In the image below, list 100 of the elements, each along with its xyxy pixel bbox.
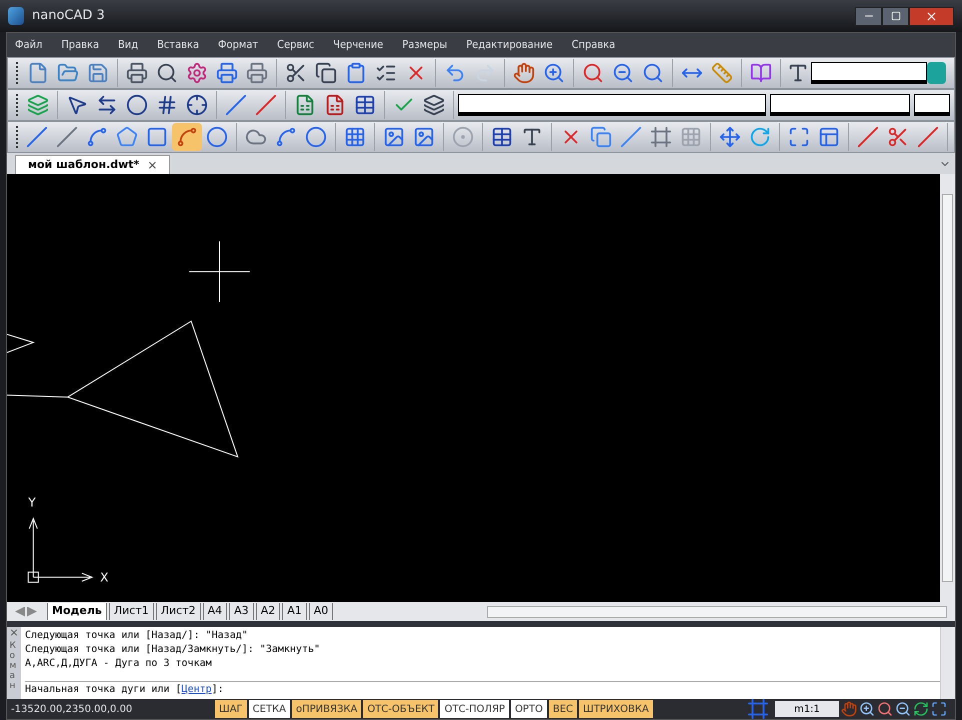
scroll-left-icon[interactable] — [15, 606, 25, 616]
menu-item[interactable]: Справка — [572, 36, 616, 54]
menu-item[interactable]: Размеры — [402, 36, 448, 54]
input-field[interactable] — [810, 62, 927, 84]
menu-item[interactable]: Вид — [118, 36, 138, 54]
rotate-icon — [749, 126, 771, 148]
construction-line-icon — [56, 126, 78, 148]
command-prompt: Начальная точка дуги или [Центр]: — [25, 684, 224, 695]
layout-tab[interactable]: Лист2 — [156, 603, 201, 620]
window-title: nanoCAD 3 — [32, 7, 105, 26]
pan-icon — [512, 62, 535, 84]
maximize-button[interactable] — [882, 6, 909, 26]
ucs-axis-icon — [28, 517, 94, 583]
app-logo-icon — [8, 7, 24, 25]
menu-item[interactable]: Сервис — [277, 36, 314, 54]
input-field[interactable] — [458, 94, 766, 116]
spline-icon — [275, 126, 297, 148]
tab-label: мой шаблон.dwt* — [28, 156, 140, 173]
partial-shape — [7, 334, 35, 354]
command-scrollbar[interactable] — [940, 627, 955, 699]
toolbar-grip[interactable] — [16, 94, 19, 116]
status-toggle[interactable]: ОТС-ПОЛЯР — [440, 700, 509, 718]
ruler-icon — [710, 62, 733, 84]
vertical-scrollbar[interactable] — [940, 174, 955, 602]
input-field[interactable] — [770, 94, 910, 116]
menu-item[interactable]: Файл — [15, 36, 42, 54]
app-badge-icon — [926, 62, 946, 84]
polyline-icon — [86, 126, 108, 148]
status-toggle[interactable]: оПРИВЯЗКА — [292, 700, 362, 718]
layer-stack-icon — [422, 94, 445, 116]
zoom-previous-icon — [612, 62, 634, 84]
command-history-line: Следующая точка или [Назад/]: "Назад" — [25, 629, 249, 643]
layout-tab[interactable]: A3 — [229, 603, 254, 620]
status-toggle[interactable]: ОРТО — [510, 700, 547, 718]
text-icon — [521, 126, 543, 148]
layout-tab[interactable]: Модель — [47, 603, 107, 620]
batch-print-icon — [246, 62, 268, 84]
horizontal-scroll-track[interactable] — [487, 606, 947, 618]
arc-icon — [176, 126, 198, 148]
undo-icon — [444, 62, 466, 84]
layout-tab[interactable]: A2 — [256, 603, 280, 620]
array-icon — [680, 126, 702, 148]
menu-item[interactable]: Редактирование — [466, 36, 553, 54]
menu-item[interactable]: Вставка — [157, 36, 200, 54]
cut-icon — [284, 62, 307, 84]
x-axis-label: X — [100, 570, 108, 584]
table-editor-icon — [354, 94, 376, 116]
rectangle-icon — [146, 126, 168, 148]
fullscreen-icon[interactable] — [931, 701, 947, 717]
copy-icon — [314, 62, 337, 84]
polygon-icon — [116, 126, 138, 148]
layout-tab[interactable]: Лист1 — [108, 603, 154, 620]
zoom-previous-icon[interactable] — [895, 701, 911, 717]
move-icon — [719, 126, 741, 148]
y-axis-label: Y — [28, 495, 36, 510]
image-icon — [383, 126, 405, 148]
scissors-icon — [887, 126, 909, 148]
open-folder-icon — [56, 62, 79, 84]
printer-icon — [126, 62, 148, 84]
status-toggle[interactable]: ШТРИХОВКА — [579, 700, 653, 718]
menu-item[interactable]: Формат — [218, 36, 258, 54]
close-button[interactable] — [909, 6, 954, 26]
zoom-window-icon[interactable] — [877, 701, 893, 717]
help-book-icon — [750, 62, 772, 84]
crosshair-cursor — [189, 241, 250, 302]
line-shape — [7, 394, 68, 398]
point-icon — [452, 126, 474, 148]
center-option-link[interactable]: Центр — [182, 684, 212, 695]
tab-close-button[interactable]: × — [147, 156, 158, 174]
layout-tab[interactable]: A4 — [202, 603, 228, 620]
scroll-thumb[interactable] — [942, 194, 953, 582]
maximize-icon — [890, 11, 900, 21]
input-field[interactable] — [914, 94, 950, 116]
preview-icon — [156, 62, 178, 84]
circle-icon — [206, 126, 228, 148]
status-toggle[interactable]: ШАГ — [215, 700, 247, 718]
layout-tab[interactable]: A1 — [282, 603, 307, 620]
coordinates-readout: -13520.00,2350.00,0.00 — [10, 702, 134, 716]
panel-label: Коман — [10, 642, 18, 692]
refresh-icon[interactable] — [913, 701, 929, 717]
close-icon — [925, 10, 938, 22]
menu-item[interactable]: Правка — [61, 36, 100, 54]
zoom-window-icon — [582, 62, 604, 84]
panel-close-button[interactable]: × — [9, 627, 19, 638]
save-icon — [86, 62, 109, 84]
menu-item[interactable]: Черчение — [333, 36, 384, 54]
layout-tab[interactable]: A0 — [308, 603, 334, 620]
status-toggle[interactable]: СЕТКА — [248, 700, 290, 718]
toolbar-grip[interactable] — [16, 62, 19, 84]
document-tab[interactable]: мой шаблон.dwt* × — [15, 155, 170, 174]
status-toggle[interactable]: ВЕС — [548, 700, 577, 718]
crosshair-icon — [186, 94, 208, 116]
status-toggle[interactable]: ОТС-ОБЪЕКТ — [363, 700, 438, 718]
scale-field[interactable]: m1:1 — [775, 701, 839, 717]
zoom-icon[interactable] — [859, 701, 875, 717]
table-icon — [491, 126, 513, 148]
scroll-right-icon[interactable] — [27, 606, 37, 616]
line-icon — [26, 126, 48, 148]
zoom-icon — [542, 62, 565, 84]
zoom-extents-icon — [642, 62, 664, 84]
